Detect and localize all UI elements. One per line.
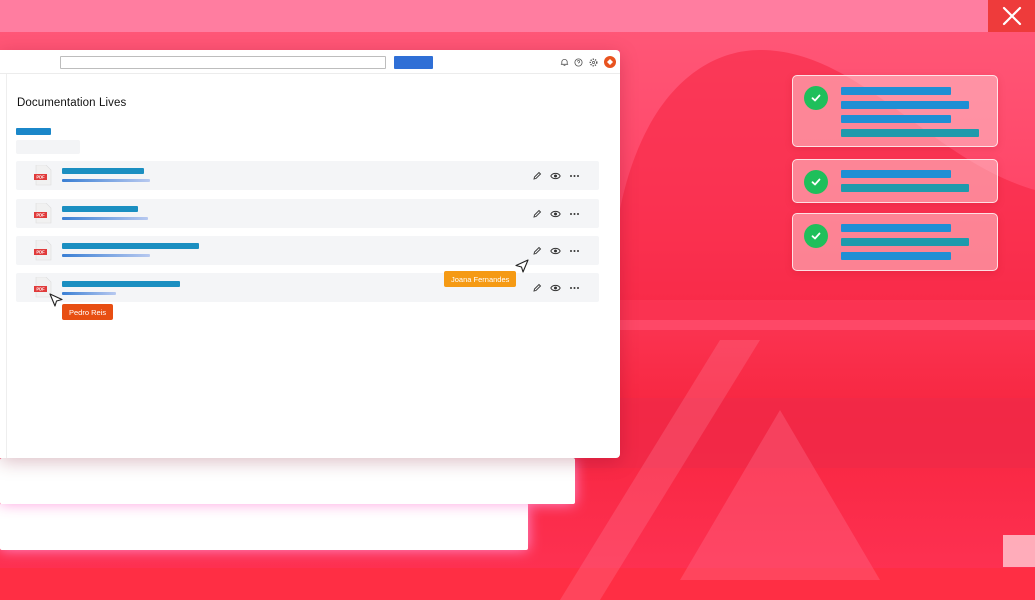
notification-line (841, 224, 951, 232)
file-type-label: PDF (36, 213, 45, 218)
document-subtitle (62, 292, 116, 295)
notification-card (792, 75, 998, 147)
notification-line (841, 87, 951, 95)
view-icon[interactable] (549, 207, 562, 220)
help-icon[interactable] (573, 57, 583, 67)
top-bar (0, 50, 620, 74)
main-window: Documentation Lives PDF PDF PDF PDF Joan… (0, 50, 620, 458)
pdf-file-icon: PDF (34, 165, 52, 186)
bell-icon[interactable] (559, 57, 569, 67)
sidebar-divider (6, 74, 7, 458)
view-icon[interactable] (549, 169, 562, 182)
background-window-1 (0, 458, 575, 504)
bg-band-top (0, 0, 1035, 32)
document-title (62, 168, 144, 174)
document-subtitle (62, 217, 148, 220)
background-window-2 (0, 503, 528, 550)
file-type-label: PDF (36, 287, 45, 292)
bg-triangle-shape (560, 340, 880, 600)
edit-icon[interactable] (530, 281, 543, 294)
edit-icon[interactable] (530, 169, 543, 182)
filter-field[interactable] (16, 140, 80, 154)
notification-line (841, 129, 979, 137)
document-subtitle (62, 254, 150, 257)
more-icon[interactable] (568, 169, 581, 182)
collaborator-tag-pedro: Pedro Reis (62, 304, 114, 320)
document-title (62, 281, 180, 287)
pdf-file-icon: PDF (34, 203, 52, 224)
page-title: Documentation Lives (17, 97, 127, 109)
search-button[interactable] (394, 56, 433, 69)
notification-card (792, 213, 998, 271)
more-icon[interactable] (568, 281, 581, 294)
view-icon[interactable] (549, 281, 562, 294)
check-icon (804, 224, 828, 248)
more-icon[interactable] (568, 244, 581, 257)
document-row[interactable]: PDF (16, 236, 599, 265)
view-icon[interactable] (549, 244, 562, 257)
avatar-icon (607, 59, 613, 65)
collaborator-cursor-icon (515, 259, 529, 273)
file-type-label: PDF (36, 250, 45, 255)
search-input[interactable] (60, 56, 386, 69)
file-type-label: PDF (36, 175, 45, 180)
collaborator-tag-joana: Joana Fernandes (444, 271, 517, 287)
notification-line (841, 101, 969, 109)
close-button[interactable] (988, 0, 1035, 32)
notification-card (792, 159, 998, 203)
edit-icon[interactable] (530, 207, 543, 220)
section-label-bar (16, 128, 51, 135)
document-subtitle (62, 179, 150, 182)
notification-line (841, 184, 969, 192)
more-icon[interactable] (568, 207, 581, 220)
notification-line (841, 170, 951, 178)
check-icon (804, 170, 828, 194)
bg-corner-square (1003, 535, 1035, 567)
document-row[interactable]: PDF (16, 161, 599, 190)
close-icon (1002, 6, 1021, 26)
notification-line (841, 238, 969, 246)
user-avatar[interactable] (604, 56, 616, 68)
document-row[interactable]: PDF (16, 199, 599, 228)
settings-icon[interactable] (588, 57, 598, 67)
notification-line (841, 115, 951, 123)
pdf-file-icon: PDF (34, 240, 52, 261)
document-title (62, 243, 199, 249)
check-icon (804, 86, 828, 110)
document-title (62, 206, 138, 212)
notification-line (841, 252, 951, 260)
edit-icon[interactable] (530, 244, 543, 257)
